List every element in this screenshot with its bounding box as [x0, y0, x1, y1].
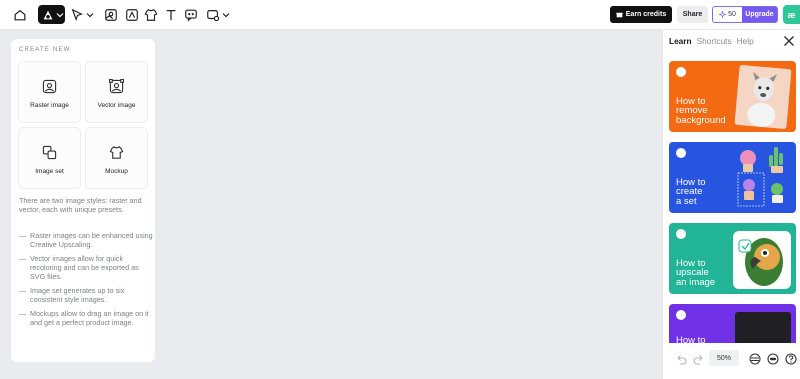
- bullet-text: Image set generates up to six consistent…: [30, 286, 125, 304]
- redo-icon[interactable]: [693, 353, 705, 365]
- chevron-down-icon: [86, 13, 94, 18]
- select-tool-button[interactable]: [70, 5, 97, 25]
- credits-count: 50: [728, 11, 736, 18]
- canvas-area[interactable]: [160, 31, 660, 379]
- home-icon[interactable]: [10, 5, 30, 25]
- logo-icon: [43, 10, 53, 19]
- logo-icon: [676, 67, 686, 77]
- tab-shortcuts[interactable]: Shortcuts: [697, 36, 732, 46]
- bullet-text: Mockups allow to drag an image on it and…: [30, 309, 149, 327]
- dash-marker: —: [19, 309, 27, 318]
- zoom-label: 50%: [716, 354, 731, 362]
- sparkle-icon: [719, 11, 727, 18]
- vector-icon[interactable]: [124, 5, 140, 25]
- undo-icon[interactable]: [675, 353, 687, 365]
- logo-icon: [676, 310, 686, 320]
- bottom-controls: 50%: [663, 343, 800, 379]
- upgrade-label: Upgrade: [745, 11, 774, 18]
- credits-upgrade-group: 50 Upgrade: [712, 6, 778, 23]
- panel-description: There are two image styles: raster and v…: [19, 196, 142, 214]
- select-tool-icon: [71, 8, 83, 22]
- dash-marker: —: [19, 254, 27, 263]
- list-item: — Image set generates up to six consiste…: [19, 286, 153, 304]
- dog-photo: [734, 64, 792, 130]
- tutorial-card-remove-background[interactable]: How to remove background: [669, 61, 796, 132]
- chat-icon[interactable]: [183, 5, 199, 25]
- parrot-photo: [733, 231, 791, 289]
- chevron-down-icon: [56, 12, 64, 17]
- mockup-tile[interactable]: Mockup: [85, 127, 148, 189]
- tutorial-card-create-set[interactable]: How to create a set: [669, 142, 796, 213]
- raster-image-icon: [42, 79, 57, 94]
- tile-label: Vector image: [97, 102, 136, 109]
- earn-credits-button[interactable]: Earn credits: [610, 6, 672, 23]
- user-avatar[interactable]: æ: [783, 5, 800, 24]
- logo-menu-button[interactable]: [38, 5, 65, 24]
- credits-counter[interactable]: 50: [713, 7, 742, 22]
- tile-label: Image set: [35, 168, 64, 175]
- raster-image-tile[interactable]: Raster image: [18, 61, 81, 123]
- zoom-level[interactable]: 50%: [709, 350, 739, 366]
- text-icon[interactable]: [163, 5, 179, 25]
- gift-icon: [616, 12, 623, 18]
- close-icon[interactable]: [782, 34, 796, 48]
- card-title: How to upscale an image: [676, 257, 716, 288]
- card-title: How to remove background: [676, 95, 726, 126]
- list-item: — Mockups allow to drag an image on it a…: [19, 309, 153, 327]
- user-avatar-label: æ: [787, 9, 796, 20]
- list-item: — Raster images can be enhanced using Cr…: [19, 231, 153, 249]
- dash-marker: —: [19, 286, 27, 295]
- top-toolbar: Earn credits Share 50 Upgrade æ: [0, 0, 800, 30]
- vector-image-tile[interactable]: Vector image: [85, 61, 148, 123]
- tab-help[interactable]: Help: [737, 36, 754, 46]
- share-button[interactable]: Share: [677, 6, 708, 23]
- tshirt-icon: [109, 146, 124, 159]
- image-icon[interactable]: [103, 5, 119, 25]
- dash-marker: —: [19, 231, 27, 240]
- share-label: Share: [682, 11, 703, 18]
- layers-icon[interactable]: [749, 353, 761, 365]
- mockup-icon[interactable]: [143, 5, 159, 25]
- help-icon[interactable]: [785, 353, 797, 365]
- tile-label: Mockup: [105, 168, 128, 175]
- image-settings-button[interactable]: [204, 5, 232, 25]
- panel-title: CREATE NEW: [19, 47, 71, 53]
- bullet-text: Raster images can be enhanced using Crea…: [30, 231, 153, 249]
- logo-icon: [676, 148, 686, 158]
- bullet-list: — Raster images can be enhanced using Cr…: [19, 231, 153, 332]
- list-item: — Vector images allow for quick recolori…: [19, 254, 153, 281]
- tab-learn[interactable]: Learn: [669, 36, 692, 46]
- chevron-down-icon: [222, 13, 230, 18]
- bullet-text: Vector images allow for quick recoloring…: [30, 254, 139, 281]
- vector-image-icon: [109, 79, 124, 94]
- image-set-icon: [42, 145, 57, 160]
- tutorial-card-upscale[interactable]: How to upscale an image: [669, 223, 796, 294]
- learn-tabs: Learn Shortcuts Help: [669, 36, 754, 46]
- settings-icon[interactable]: [767, 353, 779, 365]
- create-new-panel: CREATE NEW Raster image Vector image Ima…: [11, 39, 155, 362]
- earn-credits-label: Earn credits: [625, 11, 667, 18]
- image-settings-icon: [207, 10, 220, 22]
- upgrade-button[interactable]: Upgrade: [742, 7, 777, 22]
- logo-icon: [676, 229, 686, 239]
- image-set-tile[interactable]: Image set: [18, 127, 81, 189]
- tile-label: Raster image: [30, 102, 69, 109]
- card-title: How to create a set: [676, 176, 706, 207]
- plants-illustration: [736, 145, 794, 209]
- learn-panel: Learn Shortcuts Help How to remove backg…: [662, 30, 800, 379]
